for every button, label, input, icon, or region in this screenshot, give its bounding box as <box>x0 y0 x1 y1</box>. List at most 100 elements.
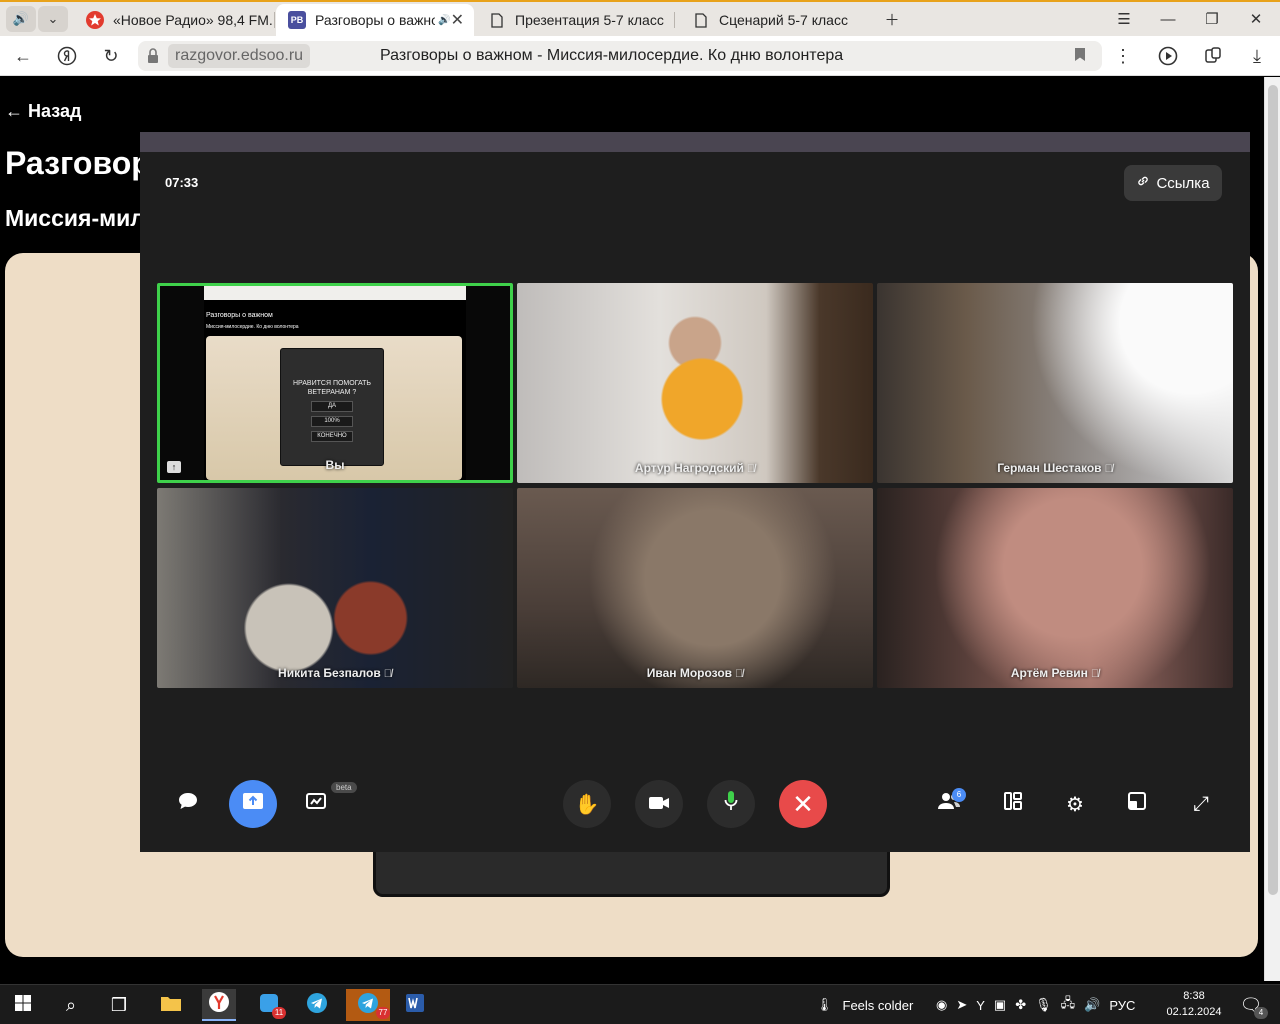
page-heading: Разговор <box>5 145 151 181</box>
microphone-button[interactable] <box>707 780 755 828</box>
screen-share-icon <box>242 792 264 816</box>
tray-app-icon[interactable]: ◉ <box>936 997 947 1013</box>
mic-off-icon: 🎙̸ <box>1104 463 1113 475</box>
video-tile-participant[interactable]: Иван Морозов 🎙̸ <box>517 488 873 688</box>
end-call-button[interactable]: ✕ <box>779 780 827 828</box>
browser-tabbar: 🔊 ⌄ «Новое Радио» 98,4 FM. С РВ Разговор… <box>0 0 1280 36</box>
video-tile-participant[interactable]: Никита Безпалов 🎙̸ <box>157 488 513 688</box>
tray-app2-icon[interactable]: ✤ <box>1015 997 1026 1013</box>
tab-separator <box>274 12 275 28</box>
content-panel <box>373 847 890 897</box>
word-icon <box>404 992 426 1019</box>
telegram-icon <box>306 992 328 1019</box>
screen: 🔊 ⌄ «Новое Радио» 98,4 FM. С РВ Разговор… <box>0 0 1280 1024</box>
menu-icon[interactable]: ☰ <box>1104 6 1144 32</box>
address-bar[interactable]: razgovor.edsoo.ru Разговоры о важном - М… <box>138 41 1102 71</box>
tab-title: «Новое Радио» 98,4 FM. С <box>113 12 272 28</box>
video-tile-participant[interactable]: Артём Ревин 🎙̸ <box>877 488 1233 688</box>
tab-razgovory[interactable]: РВ Разговоры о важно 🔊 ✕ <box>276 4 474 36</box>
video-tile-participant[interactable]: Артур Нагродский 🎙̸ <box>517 283 873 483</box>
download-icon[interactable]: ⤓ <box>1244 44 1270 68</box>
bookmark-icon[interactable] <box>1074 47 1086 67</box>
restore-icon[interactable]: ❐ <box>1192 6 1232 32</box>
more-options-icon[interactable]: ⋮ <box>1110 44 1136 68</box>
tray-microphone-icon[interactable]: 🎙 <box>1035 997 1052 1013</box>
participant-name: Герман Шестаков 🎙̸ <box>997 461 1113 475</box>
tray-nvidia-icon[interactable]: ▣ <box>994 997 1006 1013</box>
lock-icon <box>146 47 160 65</box>
start-button[interactable] <box>6 989 40 1021</box>
quiz-card: НРАВИТСЯ ПОМОГАТЬ ВЕТЕРАНАМ ? ДА 100% КО… <box>280 348 384 466</box>
close-window-icon[interactable]: ✕ <box>1236 6 1276 32</box>
mic-off-icon: 🎙̸ <box>746 463 756 475</box>
camera-button[interactable] <box>635 780 683 828</box>
raise-hand-button[interactable]: ✋ <box>563 780 611 828</box>
participant-name: Никита Безпалов 🎙̸ <box>278 666 392 680</box>
back-arrow-icon[interactable]: ← <box>10 44 36 68</box>
tray-telegram-icon[interactable]: ➤ <box>956 997 967 1013</box>
participant-name: Вы <box>325 458 345 472</box>
reload-icon[interactable]: ↻ <box>98 44 124 68</box>
speaker-icon[interactable]: 🔊 <box>6 6 36 32</box>
mic-off-icon: 🎙̸ <box>383 668 392 680</box>
new-tab-plus-icon[interactable]: ＋ <box>874 6 910 32</box>
microphone-icon <box>724 790 738 818</box>
video-tile-participant[interactable]: Герман Шестаков 🎙̸ <box>877 283 1233 483</box>
explorer-taskbar-button[interactable] <box>154 989 188 1021</box>
search-button[interactable]: ⌕ <box>54 989 88 1021</box>
participant-name: Артём Ревин 🎙̸ <box>1010 666 1100 680</box>
system-clock[interactable]: 8:38 02.12.2024 <box>1166 988 1222 1020</box>
fullscreen-button[interactable]: ⤢ <box>1177 780 1225 828</box>
close-icon: ✕ <box>792 788 814 819</box>
media-play-icon[interactable] <box>1156 44 1182 68</box>
screen-share-button[interactable] <box>229 780 277 828</box>
minimize-icon[interactable]: — <box>1148 6 1188 32</box>
tab-audio-icon: 🔊 <box>438 14 451 26</box>
tab-list-chevron-icon[interactable]: ⌄ <box>38 6 68 32</box>
notification-badge: 4 <box>1254 1007 1268 1019</box>
weather-widget[interactable]: 🌡 Feels colder <box>816 985 913 1024</box>
hand-icon: ✋ <box>574 793 600 816</box>
back-link[interactable]: ← Назад <box>5 101 81 122</box>
clock-date: 02.12.2024 <box>1166 1006 1222 1018</box>
chat-bubble-icon <box>177 791 199 817</box>
tab-presentation[interactable]: Презентация 5-7 класс <box>476 4 672 36</box>
picture-in-picture-button[interactable] <box>1113 780 1161 828</box>
telegram-taskbar-button-2[interactable]: 77 <box>346 989 390 1021</box>
app-taskbar-button[interactable]: 11 <box>252 989 286 1021</box>
page-scrollbar[interactable] <box>1264 77 1280 981</box>
tab-radio[interactable]: «Новое Радио» 98,4 FM. С <box>74 4 272 36</box>
tab-scenario[interactable]: Сценарий 5-7 класс <box>680 4 876 36</box>
notification-center-button[interactable]: 🗨 4 <box>1234 989 1268 1021</box>
thermometer-icon: 🌡 <box>816 997 833 1012</box>
tray-language[interactable]: РУС <box>1109 998 1135 1013</box>
participants-button[interactable] <box>925 780 973 828</box>
document-icon <box>692 11 710 29</box>
shared-subtitle: Миссия-милосердие. Ко дню волонтера <box>206 324 299 330</box>
close-tab-icon[interactable]: ✕ <box>451 10 464 30</box>
yandex-logo-icon[interactable] <box>54 44 80 68</box>
video-tile-self[interactable]: Разговоры о важном Миссия-милосердие. Ко… <box>157 283 513 483</box>
settings-button[interactable]: ⚙ <box>1051 780 1099 828</box>
task-view-button[interactable]: ❒ <box>102 989 136 1021</box>
search-icon: ⌕ <box>65 994 77 1015</box>
extensions-icon[interactable] <box>1200 44 1226 68</box>
participant-name: Иван Морозов 🎙̸ <box>646 666 744 680</box>
scrollbar-thumb[interactable] <box>1268 85 1278 895</box>
chat-button[interactable] <box>164 780 212 828</box>
tray-yandex-icon[interactable]: Y <box>976 998 985 1013</box>
layout-button[interactable] <box>989 780 1037 828</box>
task-view-icon: ❒ <box>110 994 128 1015</box>
tray-volume-icon[interactable]: 🔊 <box>1084 997 1100 1013</box>
clock-time: 8:38 <box>1183 990 1205 1002</box>
quiz-question: НРАВИТСЯ ПОМОГАТЬ ВЕТЕРАНАМ ? <box>292 380 372 396</box>
word-taskbar-button[interactable] <box>398 989 432 1021</box>
tray-network-icon[interactable]: 🖧 <box>1061 994 1076 1016</box>
copy-link-button[interactable]: Ссылка <box>1124 165 1222 201</box>
yandex-browser-taskbar-button[interactable] <box>202 989 236 1021</box>
quiz-option: КОНЕЧНО <box>311 431 353 442</box>
tab-title: Сценарий 5-7 класс <box>719 12 848 28</box>
telegram-taskbar-button[interactable] <box>300 989 334 1021</box>
windows-taskbar: ⌕ ❒ 11 77 🌡 Feels colder ◉ ➤ Y ▣ ✤ 🎙 🖧 🔊… <box>0 984 1280 1024</box>
conference-top-bar <box>140 132 1250 152</box>
